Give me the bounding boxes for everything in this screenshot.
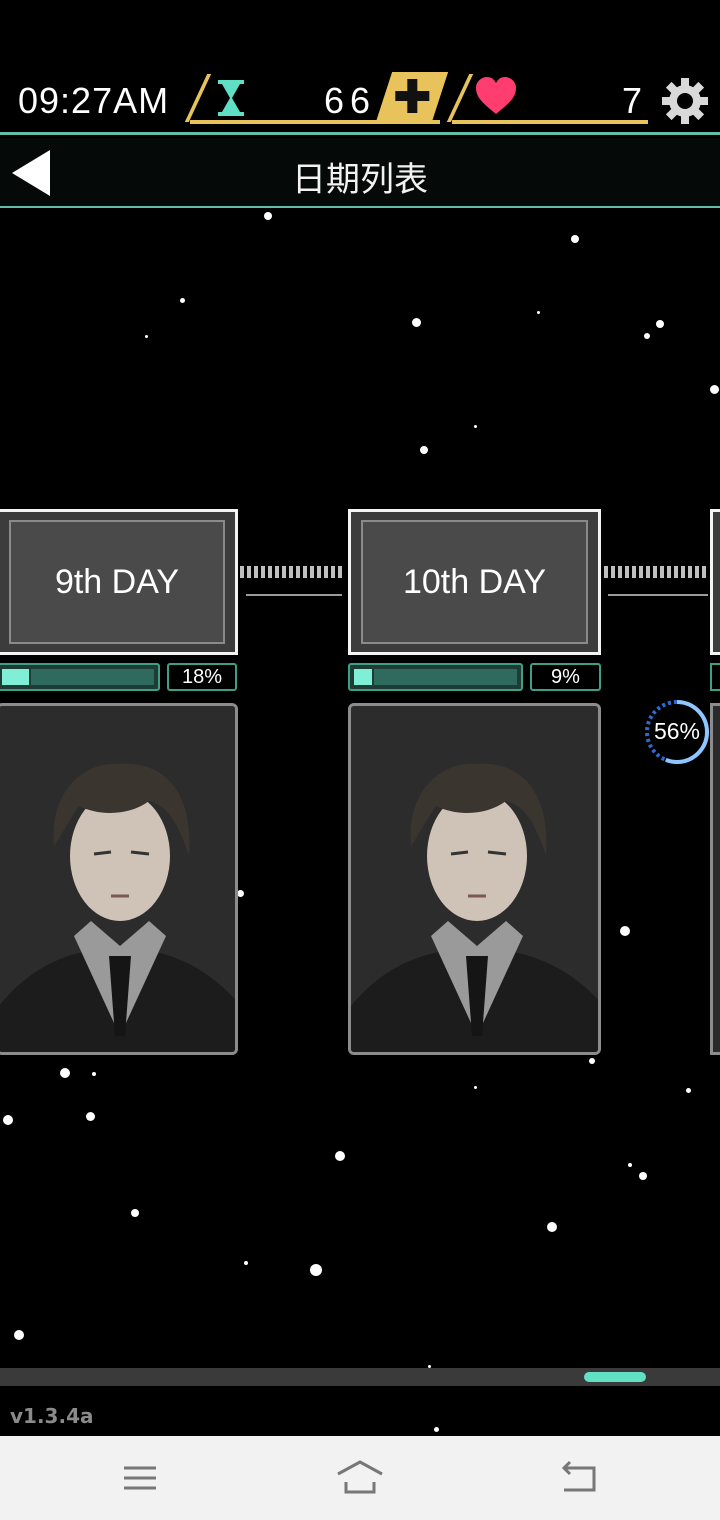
next-day-portrait-edge (710, 703, 720, 1055)
next-day-progress-edge (710, 663, 720, 691)
day-connector (246, 594, 342, 596)
hearts-count: 7 (621, 80, 642, 121)
character-portrait (348, 703, 601, 1055)
day-label: 10th DAY (361, 520, 588, 644)
day-connector (604, 566, 708, 578)
heart-icon (474, 76, 518, 121)
day-label-box: 10th DAY (348, 509, 601, 655)
page-title: 日期列表 (292, 160, 428, 200)
loading-percent: 56% (653, 718, 701, 744)
day-progress-bar (348, 663, 523, 691)
back-icon[interactable] (556, 1456, 600, 1505)
divider (0, 206, 720, 208)
day-progress-percent: 18% (167, 663, 237, 691)
next-day-card-edge[interactable] (710, 509, 720, 655)
add-hourglass-button[interactable] (375, 72, 449, 122)
version-label: v1.3.4a (10, 1404, 94, 1428)
day-label: 9th DAY (9, 520, 225, 644)
divider (0, 132, 720, 135)
day-connector (608, 594, 708, 596)
menu-icon[interactable] (118, 1456, 162, 1505)
status-bar: 09:27AM 66 7 (0, 0, 720, 135)
plus-icon (395, 79, 430, 113)
hourglass-icon (216, 78, 246, 123)
hourglass-count: 66 (323, 80, 376, 121)
day-connector (240, 566, 344, 578)
character-portrait (0, 703, 238, 1055)
hourglass-resource: 66 (184, 72, 449, 124)
horizontal-scrollbar-thumb[interactable] (584, 1372, 646, 1382)
progress-fill (354, 669, 372, 685)
day-progress-percent: 9% (530, 663, 601, 691)
day-label-box: 9th DAY (0, 509, 238, 655)
settings-gear-icon[interactable] (660, 76, 710, 131)
progress-fill (2, 669, 29, 685)
hearts-resource: 7 (446, 72, 648, 124)
clock: 09:27AM (18, 80, 170, 121)
home-icon[interactable] (334, 1456, 386, 1505)
day-progress-bar (0, 663, 160, 691)
